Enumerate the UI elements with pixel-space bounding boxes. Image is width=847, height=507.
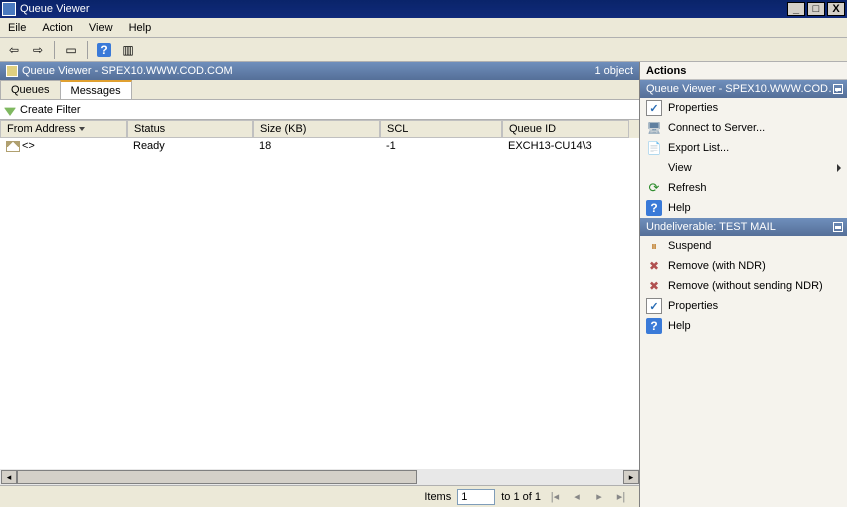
- filter-icon: [4, 104, 16, 116]
- action-export-list[interactable]: 📄 Export List...: [640, 138, 847, 158]
- action-label: Connect to Server...: [668, 122, 765, 134]
- export-icon: 📄: [646, 140, 662, 156]
- pager-prev-button[interactable]: ◂: [569, 489, 585, 505]
- actions-panel: Actions Queue Viewer - SPEX10.WWW.COD.CO…: [640, 62, 847, 507]
- page-input[interactable]: [457, 489, 495, 505]
- back-button[interactable]: ⇦: [4, 40, 24, 60]
- cell-queueid: EXCH13-CU14\3: [508, 140, 592, 152]
- column-headers: From Address Status Size (KB) SCL Queue …: [0, 120, 639, 138]
- properties-icon: [646, 100, 662, 116]
- close-button[interactable]: X: [827, 2, 845, 16]
- remove-icon: ✖: [646, 258, 662, 274]
- action-label: Properties: [668, 300, 718, 312]
- tab-queues[interactable]: Queues: [0, 80, 61, 99]
- cell-size: 18: [259, 140, 271, 152]
- action-properties-2[interactable]: Properties: [640, 296, 847, 316]
- menu-bar: Eile Action View Help: [0, 18, 847, 38]
- toolbar-button-2[interactable]: ▥: [118, 40, 138, 60]
- actions-title: Actions: [640, 62, 847, 80]
- help-icon: ?: [646, 200, 662, 216]
- action-connect-to-server[interactable]: 🖥 Connect to Server...: [640, 118, 847, 138]
- collapse-icon[interactable]: [833, 222, 843, 232]
- properties-icon: [646, 298, 662, 314]
- action-properties[interactable]: Properties: [640, 98, 847, 118]
- action-label: Remove (with NDR): [668, 260, 766, 272]
- action-label: Help: [668, 202, 691, 214]
- action-label: Suspend: [668, 240, 711, 252]
- items-label: Items: [424, 491, 451, 503]
- actions-section-message[interactable]: Undeliverable: TEST MAIL: [640, 218, 847, 236]
- maximize-button[interactable]: □: [807, 2, 825, 16]
- pager-first-button[interactable]: |◂: [547, 489, 563, 505]
- action-refresh[interactable]: ⟳ Refresh: [640, 178, 847, 198]
- col-status[interactable]: Status: [127, 120, 253, 138]
- action-help[interactable]: ? Help: [640, 198, 847, 218]
- pause-icon: ⏸: [646, 238, 662, 254]
- toolbar: ⇦ ⇨ ▭ ? ▥: [0, 38, 847, 62]
- forward-button[interactable]: ⇨: [28, 40, 48, 60]
- collapse-icon[interactable]: [833, 84, 843, 94]
- actions-section-queue-viewer[interactable]: Queue Viewer - SPEX10.WWW.COD.COM: [640, 80, 847, 98]
- menu-help[interactable]: Help: [121, 18, 160, 37]
- scroll-thumb[interactable]: [17, 470, 417, 484]
- menu-view[interactable]: View: [81, 18, 121, 37]
- cell-status: Ready: [133, 140, 165, 152]
- window-title: Queue Viewer: [20, 3, 90, 15]
- toolbar-button-1[interactable]: ▭: [61, 40, 81, 60]
- main-panel: Queue Viewer - SPEX10.WWW.COD.COM 1 obje…: [0, 62, 640, 507]
- help-button[interactable]: ?: [94, 40, 114, 60]
- action-help-2[interactable]: ? Help: [640, 316, 847, 336]
- server-icon: 🖥: [646, 120, 662, 136]
- queue-icon: [6, 65, 18, 77]
- col-scl[interactable]: SCL: [380, 120, 502, 138]
- message-grid[interactable]: <> Ready 18 -1 EXCH13-CU14\3: [0, 138, 639, 469]
- scroll-right-button[interactable]: ▸: [623, 470, 639, 484]
- cell-scl: -1: [386, 140, 396, 152]
- remove-icon: ✖: [646, 278, 662, 294]
- section-header-label: Queue Viewer - SPEX10.WWW.COD.COM: [646, 83, 841, 95]
- content-header: Queue Viewer - SPEX10.WWW.COD.COM 1 obje…: [0, 62, 639, 80]
- menu-file[interactable]: Eile: [0, 18, 34, 37]
- col-queue-id[interactable]: Queue ID: [502, 120, 629, 138]
- col-size[interactable]: Size (KB): [253, 120, 380, 138]
- action-remove-no-ndr[interactable]: ✖ Remove (without sending NDR): [640, 276, 847, 296]
- action-label: Properties: [668, 102, 718, 114]
- cell-from: <>: [22, 140, 35, 152]
- object-count: 1 object: [594, 65, 633, 77]
- scroll-left-button[interactable]: ◂: [1, 470, 17, 484]
- action-label: Remove (without sending NDR): [668, 280, 823, 292]
- action-view-submenu[interactable]: View: [640, 158, 847, 178]
- page-text: to 1 of 1: [501, 491, 541, 503]
- content-title: Queue Viewer - SPEX10.WWW.COD.COM: [22, 65, 233, 77]
- tab-messages[interactable]: Messages: [60, 80, 132, 99]
- action-label: Export List...: [668, 142, 729, 154]
- create-filter-link[interactable]: Create Filter: [20, 104, 81, 116]
- envelope-icon: [6, 141, 20, 152]
- pager-last-button[interactable]: ▸|: [613, 489, 629, 505]
- minimize-button[interactable]: _: [787, 2, 805, 16]
- help-icon: ?: [646, 318, 662, 334]
- table-row[interactable]: <> Ready 18 -1 EXCH13-CU14\3: [0, 138, 639, 154]
- action-suspend[interactable]: ⏸ Suspend: [640, 236, 847, 256]
- pager-next-button[interactable]: ▸: [591, 489, 607, 505]
- section-header-label: Undeliverable: TEST MAIL: [646, 221, 776, 233]
- window-titlebar: Queue Viewer _ □ X: [0, 0, 847, 18]
- pager: Items to 1 of 1 |◂ ◂ ▸ ▸|: [0, 485, 639, 507]
- app-icon: [2, 2, 16, 16]
- action-label: Refresh: [668, 182, 707, 194]
- menu-action[interactable]: Action: [34, 18, 81, 37]
- horizontal-scrollbar[interactable]: ◂ ▸: [0, 469, 639, 485]
- refresh-icon: ⟳: [646, 180, 662, 196]
- filter-bar: Create Filter: [0, 100, 639, 120]
- col-from-address[interactable]: From Address: [0, 120, 127, 138]
- action-label: Help: [668, 320, 691, 332]
- tab-bar: Queues Messages: [0, 80, 639, 100]
- action-label: View: [668, 162, 692, 174]
- action-remove-ndr[interactable]: ✖ Remove (with NDR): [640, 256, 847, 276]
